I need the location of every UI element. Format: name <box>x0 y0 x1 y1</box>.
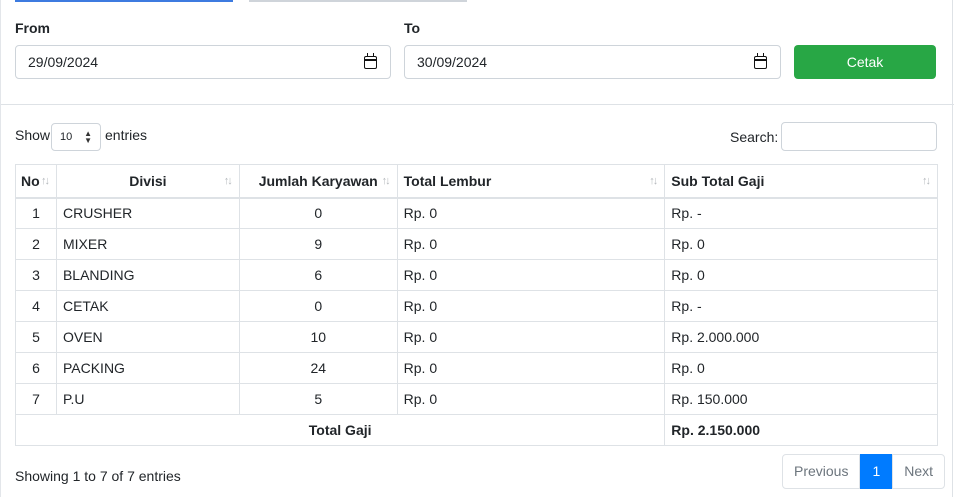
search-label: Search: <box>730 129 779 145</box>
cell-jumlah-karyawan: 5 <box>238 383 398 415</box>
cell-sub-total-gaji: Rp. 0 <box>664 352 938 384</box>
cell-sub-total-gaji: Rp. - <box>664 197 938 229</box>
cell-divisi: CETAK <box>55 290 240 322</box>
sort-icon: ↑↓ <box>381 175 391 187</box>
table-row: 3 BLANDING 6 Rp. 0 Rp. 0 <box>15 259 938 291</box>
cell-total-lembur: Rp. 0 <box>396 197 666 229</box>
cell-total-lembur: Rp. 0 <box>396 290 666 322</box>
pagination: Previous 1 Next <box>782 454 946 489</box>
previous-page-button[interactable]: Previous <box>782 454 861 489</box>
cell-total-lembur: Rp. 0 <box>396 259 666 291</box>
cell-jumlah-karyawan: 6 <box>238 259 398 291</box>
cell-no: 3 <box>15 259 57 291</box>
column-header-divisi[interactable]: Divisi ↑↓ <box>55 164 240 199</box>
cell-total-lembur: Rp. 0 <box>396 383 666 415</box>
cell-no: 4 <box>15 290 57 322</box>
entries-label: entries <box>105 127 148 143</box>
cell-total-lembur: Rp. 0 <box>396 321 666 353</box>
cell-total-lembur: Rp. 0 <box>396 228 666 260</box>
table-row: 5 OVEN 10 Rp. 0 Rp. 2.000.000 <box>15 321 938 353</box>
table-row: 2 MIXER 9 Rp. 0 Rp. 0 <box>15 228 938 260</box>
cell-divisi: MIXER <box>55 228 240 260</box>
from-date-value: 29/09/2024 <box>28 54 99 70</box>
calendar-icon[interactable] <box>364 53 377 69</box>
cell-divisi: CRUSHER <box>55 197 240 229</box>
total-gaji-label: Total Gaji <box>14 414 666 446</box>
cell-sub-total-gaji: Rp. - <box>664 290 938 322</box>
table-row: 1 CRUSHER 0 Rp. 0 Rp. - <box>15 197 938 229</box>
cell-no: 1 <box>15 197 57 229</box>
cell-sub-total-gaji: Rp. 0 <box>664 228 938 260</box>
cell-divisi: P.U <box>55 383 240 415</box>
table-info: Showing 1 to 7 of 7 entries <box>15 468 181 484</box>
section-divider <box>1 104 954 105</box>
cell-jumlah-karyawan: 24 <box>238 352 398 384</box>
cell-no: 2 <box>15 228 57 260</box>
total-gaji-value: Rp. 2.150.000 <box>664 414 938 446</box>
cell-jumlah-karyawan: 9 <box>238 228 398 260</box>
inactive-tab-indicator[interactable] <box>249 0 467 2</box>
cell-sub-total-gaji: Rp. 150.000 <box>664 383 938 415</box>
page-1-button[interactable]: 1 <box>860 454 893 489</box>
from-label: From <box>15 20 50 36</box>
cell-jumlah-karyawan: 0 <box>238 197 398 229</box>
cell-divisi: PACKING <box>55 352 240 384</box>
cell-jumlah-karyawan: 0 <box>238 290 398 322</box>
table-row: 6 PACKING 24 Rp. 0 Rp. 0 <box>15 352 938 384</box>
page-length-select[interactable]: 10 ▲ ▼ <box>51 123 101 151</box>
to-label: To <box>404 20 421 36</box>
cell-sub-total-gaji: Rp. 0 <box>664 259 938 291</box>
column-header-no[interactable]: No ↑↓ <box>15 164 57 199</box>
cell-total-lembur: Rp. 0 <box>396 352 666 384</box>
cell-no: 5 <box>15 321 57 353</box>
active-tab-indicator[interactable] <box>15 0 233 2</box>
cell-jumlah-karyawan: 10 <box>238 321 398 353</box>
page-length-value: 10 <box>60 131 73 143</box>
total-row: Total Gaji Rp. 2.150.000 <box>14 414 938 446</box>
table-row: 4 CETAK 0 Rp. 0 Rp. - <box>15 290 938 322</box>
column-header-jumlah-karyawan[interactable]: Jumlah Karyawan ↑↓ <box>238 164 398 199</box>
column-header-sub-total-gaji[interactable]: Sub Total Gaji ↑↓ <box>664 164 938 199</box>
cell-no: 7 <box>15 383 57 415</box>
search-input[interactable] <box>781 122 937 151</box>
table-row: 7 P.U 5 Rp. 0 Rp. 150.000 <box>15 383 938 415</box>
table-header-row: No ↑↓ Divisi ↑↓ Jumlah Karyawan ↑↓ Total Le… <box>15 164 938 199</box>
report-card: From 29/09/2024 To 30/09/2024 Cetak Show… <box>0 0 954 497</box>
from-date-input[interactable]: 29/09/2024 <box>15 45 391 79</box>
print-button[interactable]: Cetak <box>794 45 936 79</box>
to-date-value: 30/09/2024 <box>417 54 488 70</box>
cell-divisi: BLANDING <box>55 259 240 291</box>
sort-icon: ↑↓ <box>40 175 50 187</box>
sort-icon: ↑↓ <box>649 175 658 187</box>
cell-sub-total-gaji: Rp. 2.000.000 <box>664 321 938 353</box>
sort-icon: ↑↓ <box>223 175 233 187</box>
sort-icon: ↑↓ <box>922 175 931 187</box>
calendar-icon[interactable] <box>754 53 767 69</box>
next-page-button[interactable]: Next <box>892 454 946 489</box>
show-label: Show <box>15 127 51 143</box>
cell-no: 6 <box>15 352 57 384</box>
cell-divisi: OVEN <box>55 321 240 353</box>
select-arrows-icon: ▲ ▼ <box>84 129 92 145</box>
to-date-input[interactable]: 30/09/2024 <box>404 45 781 79</box>
column-header-total-lembur[interactable]: Total Lembur ↑↓ <box>396 164 666 199</box>
salary-table: No ↑↓ Divisi ↑↓ Jumlah Karyawan ↑↓ Total Le… <box>14 164 938 446</box>
